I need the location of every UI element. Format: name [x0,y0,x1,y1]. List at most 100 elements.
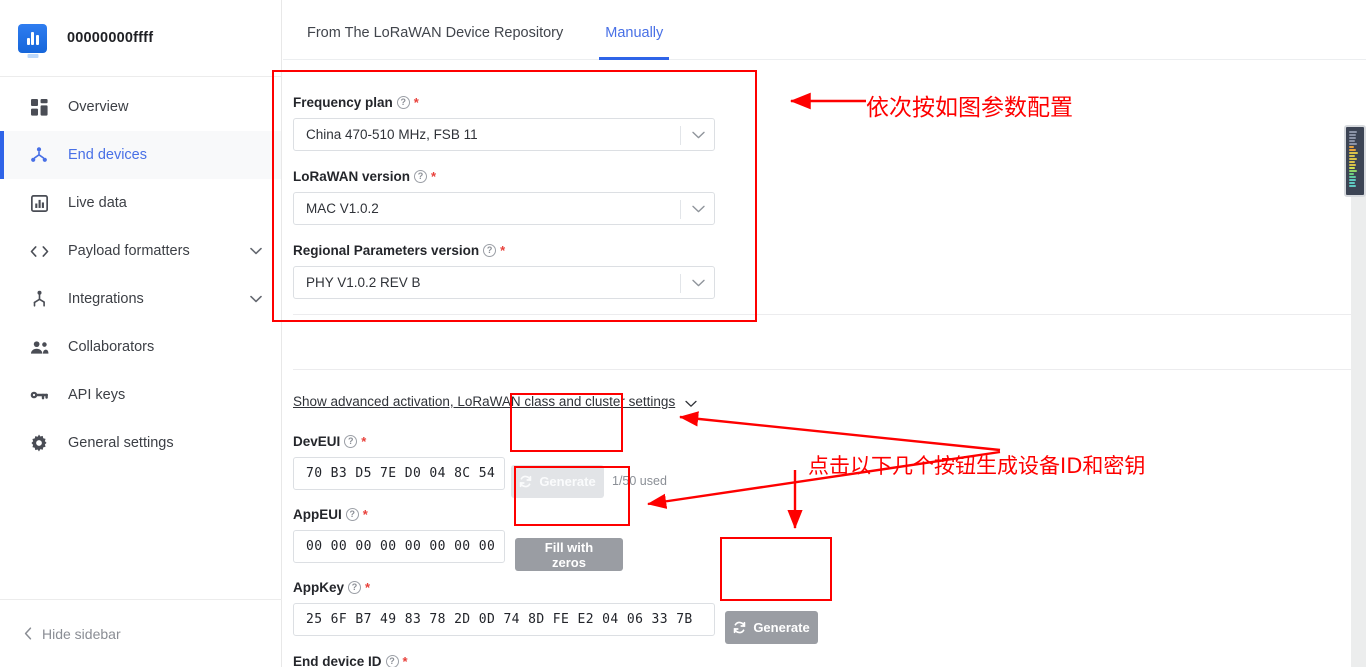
field-label: Regional Parameters version ? * [293,243,715,258]
field-label: DevEUI ? * [293,434,715,449]
app-key-value: 25 6F B7 49 83 78 2D 0D 74 8D FE E2 04 0… [306,612,693,627]
sidebar-item-payload-formatters[interactable]: Payload formatters [0,227,281,275]
field-frequency-plan: Frequency plan ? * China 470-510 MHz, FS… [293,95,715,151]
question-circle-icon[interactable]: ? [348,581,361,594]
field-label: AppEUI ? * [293,507,715,522]
app-eui-value: 00 00 00 00 00 00 00 00 [306,539,495,554]
bar-chart-monitor-icon [18,24,47,53]
sidebar-item-label: General settings [68,435,263,451]
annotation-note-bottom: 点击以下几个按钮生成设备ID和密钥 [808,450,1145,480]
field-regional-parameters-version: Regional Parameters version ? * PHY V1.0… [293,243,715,299]
sidebar-item-label: Live data [68,195,263,211]
question-circle-icon[interactable]: ? [386,655,399,667]
required-marker: * [414,95,419,110]
code-icon [28,240,50,262]
tab-manually[interactable]: Manually [602,25,666,59]
main-content: From The LoRaWAN Device Repository Manua… [283,0,1366,667]
app-key-generate-label: Generate [753,620,809,635]
chevron-down-icon[interactable] [685,400,697,408]
vertical-scrollbar-track[interactable] [1351,130,1366,667]
sidebar-item-live-data[interactable]: Live data [0,179,281,227]
chevron-down-icon[interactable] [249,292,263,306]
field-label: AppKey ? * [293,580,723,595]
dev-eui-usage-text: 1/50 used [612,474,667,488]
field-lorawan-version: LoRaWAN version ? * MAC V1.0.2 [293,169,715,225]
field-label: LoRaWAN version ? * [293,169,715,184]
sidebar-item-api-keys[interactable]: API keys [0,371,281,419]
refresh-icon [519,475,532,488]
hide-sidebar-button[interactable]: Hide sidebar [0,599,282,667]
sidebar-header: 00000000ffff [0,0,281,77]
question-circle-icon[interactable]: ? [414,170,427,183]
section-divider [293,369,1366,370]
sidebar-item-label: API keys [68,387,263,403]
dev-eui-input[interactable]: 70 B3 D5 7E D0 04 8C 54 [293,457,505,490]
frequency-plan-value: China 470-510 MHz, FSB 11 [306,127,478,142]
refresh-icon [733,621,746,634]
device-node-icon [28,144,50,166]
people-icon [28,336,50,358]
select-divider [680,274,681,293]
key-icon [28,384,50,406]
advanced-settings-toggle[interactable]: Show advanced activation, LoRaWAN class … [293,393,697,411]
grid-icon [28,96,50,118]
console-screen: 00000000ffff Overview [0,0,1366,667]
frequency-plan-select[interactable]: China 470-510 MHz, FSB 11 [293,118,715,151]
sidebar-item-label: Payload formatters [68,243,249,259]
integration-icon [28,288,50,310]
section-divider [293,314,1366,315]
lorawan-version-value: MAC V1.0.2 [306,201,379,216]
field-label: End device ID ? * [293,654,723,667]
sidebar-item-label: End devices [68,147,263,163]
dev-eui-value: 70 B3 D5 7E D0 04 8C 54 [306,466,495,481]
required-marker: * [363,507,368,522]
sidebar: 00000000ffff Overview [0,0,282,667]
dev-eui-generate-label: Generate [539,474,595,489]
dev-eui-generate-button[interactable]: Generate [511,465,604,498]
field-app-key: AppKey ? * 25 6F B7 49 83 78 2D 0D 74 8D… [293,580,723,636]
field-label: Frequency plan ? * [293,95,715,110]
required-marker: * [403,654,408,667]
sidebar-item-general-settings[interactable]: General settings [0,419,281,467]
question-circle-icon[interactable]: ? [397,96,410,109]
tab-from-device-repository[interactable]: From The LoRaWAN Device Repository [304,25,566,59]
question-circle-icon[interactable]: ? [346,508,359,521]
required-marker: * [365,580,370,595]
question-circle-icon[interactable]: ? [344,435,357,448]
annotation-note-top: 依次按如图参数配置 [866,88,1073,122]
app-key-generate-button[interactable]: Generate [725,611,818,644]
sidebar-item-end-devices[interactable]: End devices [0,131,281,179]
bar-chart-icon [28,192,50,214]
required-marker: * [431,169,436,184]
chevron-left-icon [24,627,32,640]
hide-sidebar-label: Hide sidebar [42,626,121,642]
select-divider [680,200,681,219]
vertical-scrollbar-thumb[interactable] [1344,125,1366,197]
application-name: 00000000ffff [67,30,153,46]
scrollbar-minimap [1349,131,1361,187]
sidebar-item-label: Integrations [68,291,249,307]
sidebar-item-label: Collaborators [68,339,263,355]
sidebar-item-label: Overview [68,99,263,115]
app-eui-input[interactable]: 00 00 00 00 00 00 00 00 [293,530,505,563]
chevron-down-icon[interactable] [692,193,705,224]
tab-bar: From The LoRaWAN Device Repository Manua… [283,0,1366,60]
chevron-down-icon[interactable] [692,119,705,150]
field-end-device-id: End device ID ? * eui-70b3d57ed0048c54 T… [293,654,723,667]
lorawan-version-select[interactable]: MAC V1.0.2 [293,192,715,225]
sidebar-item-integrations[interactable]: Integrations [0,275,281,323]
app-key-input[interactable]: 25 6F B7 49 83 78 2D 0D 74 8D FE E2 04 0… [293,603,715,636]
select-divider [680,126,681,145]
chevron-down-icon[interactable] [249,244,263,258]
sidebar-nav: Overview End devices [0,77,281,467]
required-marker: * [500,243,505,258]
sidebar-item-collaborators[interactable]: Collaborators [0,323,281,371]
advanced-settings-label: Show advanced activation, LoRaWAN class … [293,394,675,409]
app-eui-fill-zeros-button[interactable]: Fill with zeros [515,538,623,571]
sidebar-item-overview[interactable]: Overview [0,83,281,131]
regional-parameters-version-value: PHY V1.0.2 REV B [306,275,421,290]
question-circle-icon[interactable]: ? [483,244,496,257]
chevron-down-icon[interactable] [692,267,705,298]
regional-parameters-version-select[interactable]: PHY V1.0.2 REV B [293,266,715,299]
required-marker: * [361,434,366,449]
